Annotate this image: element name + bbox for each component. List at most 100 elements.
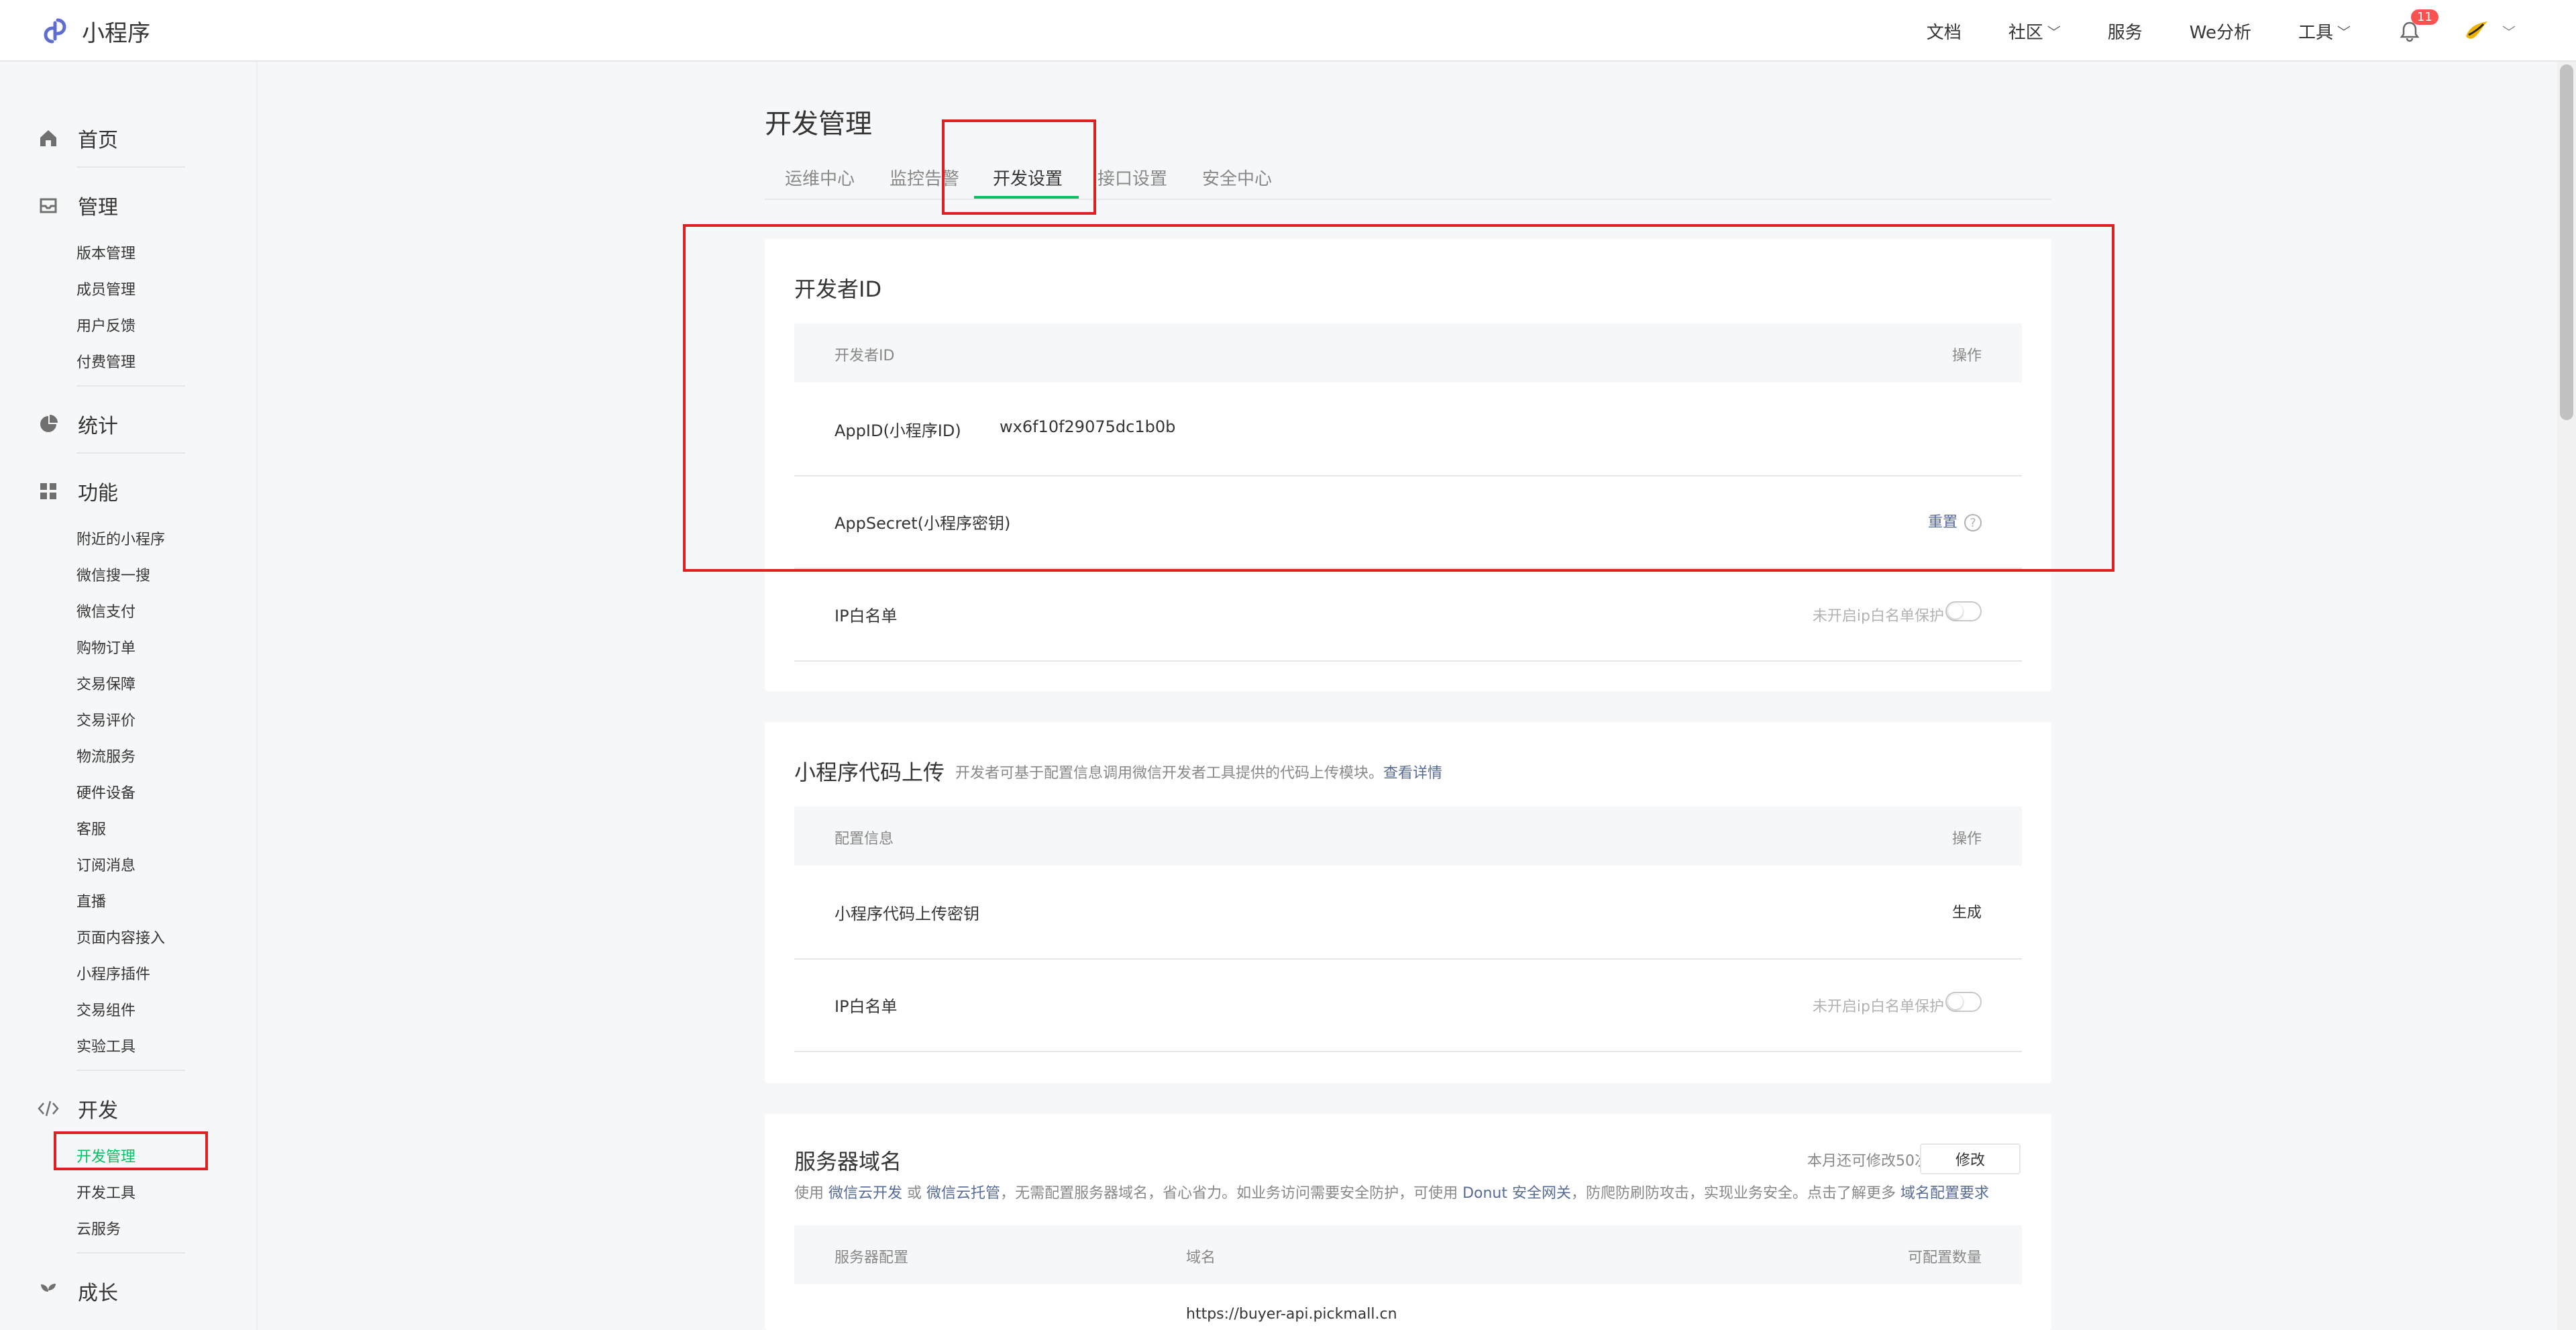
card-description: 使用 微信云开发 或 微信云托管，无需配置服务器域名，省心省力。如业务访问需要安… (794, 1181, 1989, 1203)
sidebar-section-stats[interactable]: 统计 (38, 409, 118, 439)
nav-tools[interactable]: 工具 ﹀ (2298, 19, 2351, 44)
nav-we-analysis-label: We分析 (2189, 22, 2251, 43)
domain-requirements-link[interactable]: 域名配置要求 (1900, 1185, 1989, 1202)
divider (76, 1252, 185, 1254)
sidebar-item-pay[interactable]: 微信支付 (76, 600, 136, 621)
chevron-down-icon: ﹀ (2047, 23, 2061, 40)
sidebar-section-growth[interactable]: 成长 (38, 1276, 118, 1306)
sidebar-section-label: 管理 (78, 196, 118, 219)
ip-whitelist-toggle[interactable] (1945, 601, 1982, 621)
sidebar-item-dev-tools[interactable]: 开发工具 (76, 1181, 136, 1203)
nav-services-label: 服务 (2107, 22, 2143, 43)
sidebar-section-dev[interactable]: 开发 (38, 1094, 118, 1123)
sidebar-item-trade-review[interactable]: 交易评价 (76, 709, 136, 730)
nav-docs-label: 文档 (1926, 22, 1962, 43)
divider (76, 385, 185, 387)
upload-key-label: 小程序代码上传密钥 (835, 905, 979, 923)
sidebar-item-version[interactable]: 版本管理 (76, 242, 136, 263)
highlight-box (54, 1131, 208, 1170)
sidebar-item-lab[interactable]: 实验工具 (76, 1035, 136, 1056)
nav-community-label: 社区 (2008, 22, 2043, 43)
ip-whitelist-status: 未开启ip白名单保护 (1812, 608, 1944, 625)
sidebar-section-features[interactable]: 功能 (38, 476, 118, 506)
sidebar-item-members[interactable]: 成员管理 (76, 278, 136, 299)
sidebar-item-plugins[interactable]: 小程序插件 (76, 962, 150, 984)
nav-docs[interactable]: 文档 (1927, 19, 1962, 44)
chevron-down-icon[interactable]: ﹀ (2502, 21, 2516, 41)
brand-logo[interactable]: 小程序 (38, 13, 150, 48)
column-header: 可配置数量 (1907, 1249, 1982, 1266)
scrollbar-thumb[interactable] (2560, 64, 2573, 420)
top-nav: 文档 社区 ﹀ 服务 We分析 工具 ﹀ 11 ﹀ (1880, 0, 2516, 62)
highlight-box (683, 224, 2114, 572)
edit-domain-button[interactable]: 修改 (1920, 1143, 2021, 1174)
description-text: ，无需配置服务器域名，省心省力。如业务访问需要安全防护，可使用 (1000, 1185, 1458, 1202)
table-header: 配置信息 操作 (794, 807, 2022, 866)
divider (794, 660, 2022, 662)
divider (76, 166, 185, 168)
tab-security[interactable]: 安全中心 (1202, 165, 1272, 190)
column-header: 服务器配置 (835, 1249, 909, 1266)
chevron-down-icon: ﹀ (2337, 23, 2351, 40)
sidebar-item-page-content[interactable]: 页面内容接入 (76, 926, 165, 948)
description-text: 或 (907, 1185, 922, 1202)
divider (76, 452, 185, 454)
sidebar-item-logistics[interactable]: 物流服务 (76, 745, 136, 766)
ip-whitelist-label: IP白名单 (835, 997, 898, 1016)
sidebar-item-search[interactable]: 微信搜一搜 (76, 564, 150, 585)
sprout-icon (38, 1280, 59, 1302)
code-icon (38, 1098, 59, 1119)
home-icon (38, 127, 59, 149)
sidebar-item-feedback[interactable]: 用户反馈 (76, 314, 136, 336)
sidebar-item-billing[interactable]: 付费管理 (76, 350, 136, 372)
cloud-dev-link[interactable]: 微信云开发 (828, 1185, 902, 1202)
server-domain-card: 服务器域名 本月还可修改50次 修改 使用 微信云开发 或 微信云托管，无需配置… (765, 1114, 2051, 1330)
notification-button[interactable]: 11 (2398, 9, 2438, 43)
sidebar-section-label: 成长 (78, 1282, 118, 1305)
remaining-edits: 本月还可修改50次 (1807, 1153, 1929, 1170)
sidebar-item-nearby[interactable]: 附近的小程序 (76, 527, 165, 549)
sidebar-item-orders[interactable]: 购物订单 (76, 636, 136, 658)
ip-whitelist-toggle[interactable] (1945, 992, 1982, 1012)
inbox-icon (38, 195, 59, 216)
sidebar-section-label: 开发 (78, 1099, 118, 1123)
nav-we-analysis[interactable]: We分析 (2190, 19, 2251, 44)
card-title: 小程序代码上传 (794, 760, 945, 785)
notification-badge: 11 (2411, 9, 2438, 25)
sidebar-item-customer-service[interactable]: 客服 (76, 817, 106, 839)
sidebar-item-home[interactable]: 首页 (38, 123, 118, 153)
sidebar-item-subscribe[interactable]: 订阅消息 (76, 854, 136, 875)
sidebar-section-manage[interactable]: 管理 (38, 191, 118, 220)
view-details-link[interactable]: 查看详情 (1383, 765, 1442, 782)
sidebar-item-label: 首页 (78, 129, 118, 152)
column-header: 配置信息 (835, 831, 894, 848)
divider (794, 1051, 2022, 1052)
grid-icon (38, 480, 59, 502)
nav-services[interactable]: 服务 (2108, 19, 2143, 44)
card-title: 服务器域名 (794, 1149, 902, 1174)
domain-value: https://buyer-api.pickmall.cn (1186, 1306, 1397, 1323)
sidebar-item-hardware[interactable]: 硬件设备 (76, 781, 136, 803)
pie-chart-icon (38, 413, 59, 435)
divider (76, 1070, 185, 1071)
sidebar-item-cloud[interactable]: 云服务 (76, 1217, 121, 1239)
generate-key-link[interactable]: 生成 (1952, 901, 1982, 922)
description-text: ，防爬防刷防攻击，实现业务安全。点击了解更多 (1571, 1185, 1896, 1202)
nav-community[interactable]: 社区 ﹀ (2008, 19, 2061, 44)
miniprogram-logo-icon (44, 18, 66, 44)
code-upload-card: 小程序代码上传 开发者可基于配置信息调用微信开发者工具提供的代码上传模块。查看详… (765, 722, 2051, 1083)
sidebar-section-label: 统计 (78, 415, 118, 438)
brand-name: 小程序 (82, 19, 150, 47)
avatar[interactable] (2462, 16, 2491, 46)
sidebar-item-trade-guarantee[interactable]: 交易保障 (76, 672, 136, 694)
divider (794, 958, 2022, 960)
tab-ops[interactable]: 运维中心 (785, 165, 855, 190)
tab-api-settings[interactable]: 接口设置 (1097, 165, 1167, 190)
card-description: 开发者可基于配置信息调用微信开发者工具提供的代码上传模块。查看详情 (955, 761, 1442, 782)
ip-whitelist-label: IP白名单 (835, 607, 898, 625)
donut-gateway-link[interactable]: Donut 安全网关 (1462, 1185, 1571, 1202)
cloud-hosting-link[interactable]: 微信云托管 (926, 1185, 1000, 1202)
nav-tools-label: 工具 (2298, 22, 2333, 43)
sidebar-item-live[interactable]: 直播 (76, 890, 106, 911)
sidebar-item-trade-component[interactable]: 交易组件 (76, 999, 136, 1020)
